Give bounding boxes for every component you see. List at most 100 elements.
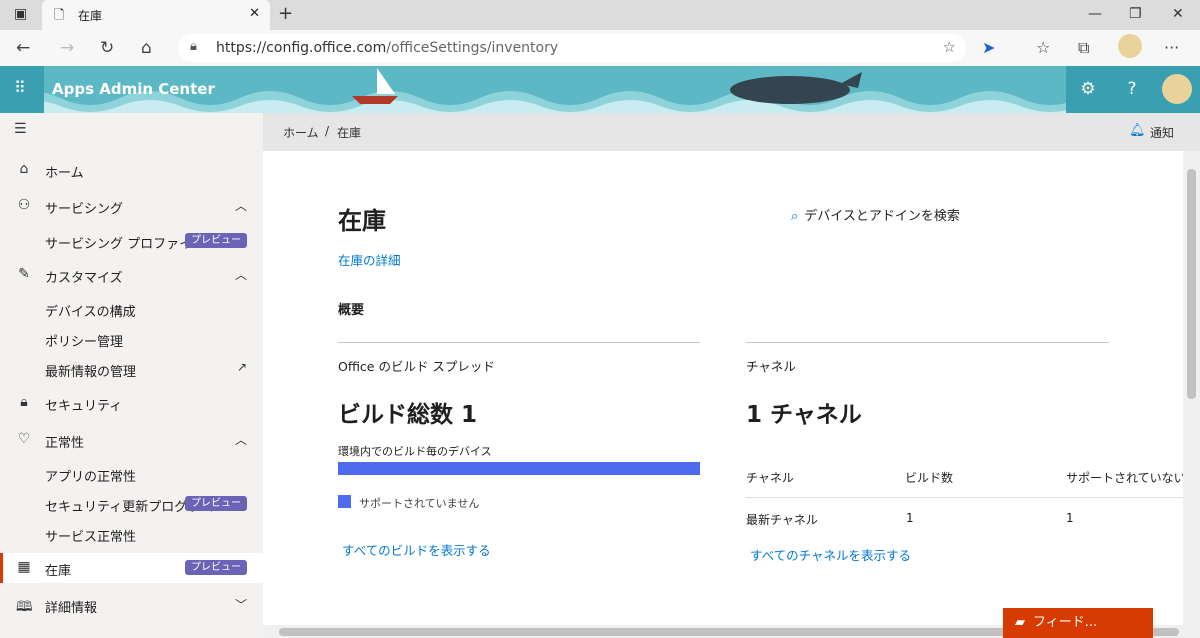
inventory-details-link[interactable]: 在庫の詳細 [338, 250, 401, 269]
gear-icon: ⚙ [1080, 79, 1096, 99]
browser-toolbar: ← → ↻ ⌂ 🔒︎ https://config.office.com/off… [0, 30, 1200, 66]
sidebar-item-policy[interactable]: ポリシー管理 [0, 324, 263, 354]
table-icon: ▦ [17, 559, 31, 575]
notifications-link[interactable]: 通知 [1150, 124, 1174, 141]
sidebar-item-inventory[interactable]: ▦ 在庫 プレビュー [0, 553, 263, 583]
account-button[interactable] [1154, 66, 1200, 113]
sidebar-item-label: デバイスの構成 [45, 305, 136, 320]
search-icon: ⌕ [791, 209, 799, 224]
person-settings-icon: ⚇ [17, 197, 31, 213]
question-icon: ? [1127, 79, 1137, 99]
home-icon: ⌂ [19, 161, 29, 177]
build-distribution-bar[interactable] [338, 462, 700, 475]
column-header-build-count[interactable]: ビルド数 [905, 469, 953, 486]
lock-icon: 🔒︎ [190, 39, 197, 54]
sidebar-item-servicing-profile[interactable]: サービシング プロファイル プレビュー [0, 226, 263, 256]
sidebar-item-home[interactable]: ⌂ ホーム [0, 155, 263, 185]
lock-icon: 🔒︎ [20, 394, 28, 410]
tab-actions-icon[interactable]: ▣ [14, 6, 27, 22]
chevron-down-icon: ﹀ [234, 598, 247, 612]
settings-button[interactable]: ⚙ [1066, 66, 1110, 113]
left-navigation: ☰ ⌂ ホーム ⚇ サービシング ︿ サービシング プロファイル プレビュー ✎… [0, 113, 263, 638]
sidebar-item-security-updates[interactable]: セキュリティ更新プログラム... プレビュー [0, 489, 263, 519]
sidebar-item-label: 詳細情報 [45, 601, 98, 616]
help-button[interactable]: ? [1110, 66, 1154, 113]
close-window-icon[interactable]: ✕ [1172, 6, 1184, 22]
sidebar-item-device-config[interactable]: デバイスの構成 [0, 294, 263, 324]
vertical-scrollbar[interactable] [1183, 151, 1200, 625]
more-icon[interactable]: ··· [1164, 38, 1179, 57]
url-bar[interactable]: 🔒︎ https://config.office.com/officeSetti… [178, 34, 966, 62]
comment-icon: ▰ [1015, 615, 1025, 630]
minimize-icon[interactable]: — [1088, 6, 1102, 22]
app-launcher-button[interactable]: ⠿ [0, 66, 44, 113]
url-text: https://config.office.com/officeSettings… [216, 40, 559, 56]
app-title: Apps Admin Center [52, 80, 215, 98]
column-header-unsupported[interactable]: サポートされていないビル [1066, 469, 1183, 486]
sidebar-item-service-health[interactable]: サービス正常性 [0, 519, 263, 549]
profile-avatar[interactable] [1118, 34, 1142, 58]
sidebar-item-label: 正常性 [45, 436, 85, 451]
sidebar-item-customize[interactable]: ✎ カスタマイズ ︿ [0, 260, 263, 290]
tab-title: 在庫 [78, 9, 103, 23]
preview-badge: プレビュー [185, 233, 247, 248]
table-cell-build-count: 1 [906, 511, 914, 525]
breadcrumb: ホーム / 在庫 🔔︎ 通知 [263, 113, 1200, 151]
sidebar-item-learn-more[interactable]: 🕮 詳細情報 ﹀ [0, 590, 263, 620]
close-tab-icon[interactable]: ✕ [249, 6, 260, 21]
sidebar-item-security[interactable]: 🔒︎ セキュリティ [0, 388, 263, 418]
forward-icon[interactable]: → [60, 38, 74, 58]
sidebar-item-servicing[interactable]: ⚇ サービシング ︿ [0, 191, 263, 221]
preview-badge: プレビュー [185, 496, 247, 511]
scroll-thumb[interactable] [1187, 169, 1196, 399]
sidebar-item-whats-new[interactable]: 最新情報の管理 ↗ [0, 354, 263, 384]
avatar [1162, 74, 1192, 104]
main-content: 在庫 ⌕ デバイスとアドインを検索 在庫の詳細 概要 Office のビルド スプ… [263, 151, 1183, 625]
legend-swatch [338, 495, 351, 508]
breadcrumb-current: 在庫 [337, 126, 362, 140]
total-builds: ビルド総数 1 [338, 402, 478, 428]
back-icon[interactable]: ← [16, 38, 30, 58]
search-devices-addins[interactable]: ⌕ デバイスとアドインを検索 [791, 205, 960, 224]
sidebar-item-label: アプリの正常性 [45, 470, 137, 485]
favorite-icon[interactable]: ☆ [943, 38, 956, 56]
channel-count: 1 チャネル [746, 402, 862, 428]
restore-icon[interactable]: ❐ [1129, 6, 1142, 22]
feedback-label: フィード... [1033, 615, 1098, 630]
build-spread-heading: Office のビルド スプレッド [338, 359, 495, 374]
sidebar-item-label: セキュリティ [45, 399, 123, 414]
sidebar-item-label: サービシング プロファイル [45, 237, 206, 252]
sidebar-item-label: ポリシー管理 [45, 335, 124, 350]
bell-icon[interactable]: 🔔︎ [1129, 123, 1146, 138]
sidebar-item-label: サービス正常性 [45, 530, 137, 545]
new-tab-icon[interactable]: + [278, 3, 293, 24]
table-cell-unsupported: 1 [1066, 511, 1074, 525]
sidebar-item-label: ホーム [45, 166, 84, 181]
breadcrumb-home[interactable]: ホーム [283, 124, 319, 141]
collapse-nav-icon[interactable]: ☰ [14, 121, 27, 137]
external-link-icon: ↗ [236, 360, 247, 374]
feedback-button[interactable]: ▰ フィード... [1003, 608, 1153, 638]
chevron-up-icon: ︿ [234, 433, 247, 447]
refresh-icon[interactable]: ↻ [100, 38, 114, 58]
breadcrumb-separator: / [325, 124, 330, 138]
collections-icon[interactable]: ⧉ [1078, 38, 1089, 58]
divider [338, 342, 700, 343]
browser-titlebar: ▣ 🗋 在庫 ✕ + — ❐ ✕ [0, 0, 1200, 30]
table-row-divider [746, 497, 1183, 498]
sidebar-item-health[interactable]: ♡ 正常性 ︿ [0, 425, 263, 455]
waffle-icon: ⠿ [14, 78, 26, 97]
view-all-channels-link[interactable]: すべてのチャネルを表示する [750, 545, 911, 564]
home-icon[interactable]: ⌂ [141, 38, 152, 58]
browser-tab[interactable]: 🗋 在庫 ✕ [42, 0, 270, 30]
column-header-channel[interactable]: チャネル [746, 469, 794, 486]
view-all-builds-link[interactable]: すべてのビルドを表示する [342, 540, 491, 559]
build-chart-caption: 環境内でのビルド毎のデバイス [338, 445, 492, 458]
page-icon: 🗋 [54, 8, 65, 23]
page-title: 在庫 [338, 207, 386, 235]
chevron-up-icon: ︿ [234, 199, 247, 213]
sidebar-item-app-health[interactable]: アプリの正常性 [0, 459, 263, 489]
extension-icon[interactable]: ➤ [982, 38, 995, 57]
favorites-icon[interactable]: ☆ [1036, 38, 1050, 57]
sidebar-item-label: 最新情報の管理 [45, 365, 137, 380]
